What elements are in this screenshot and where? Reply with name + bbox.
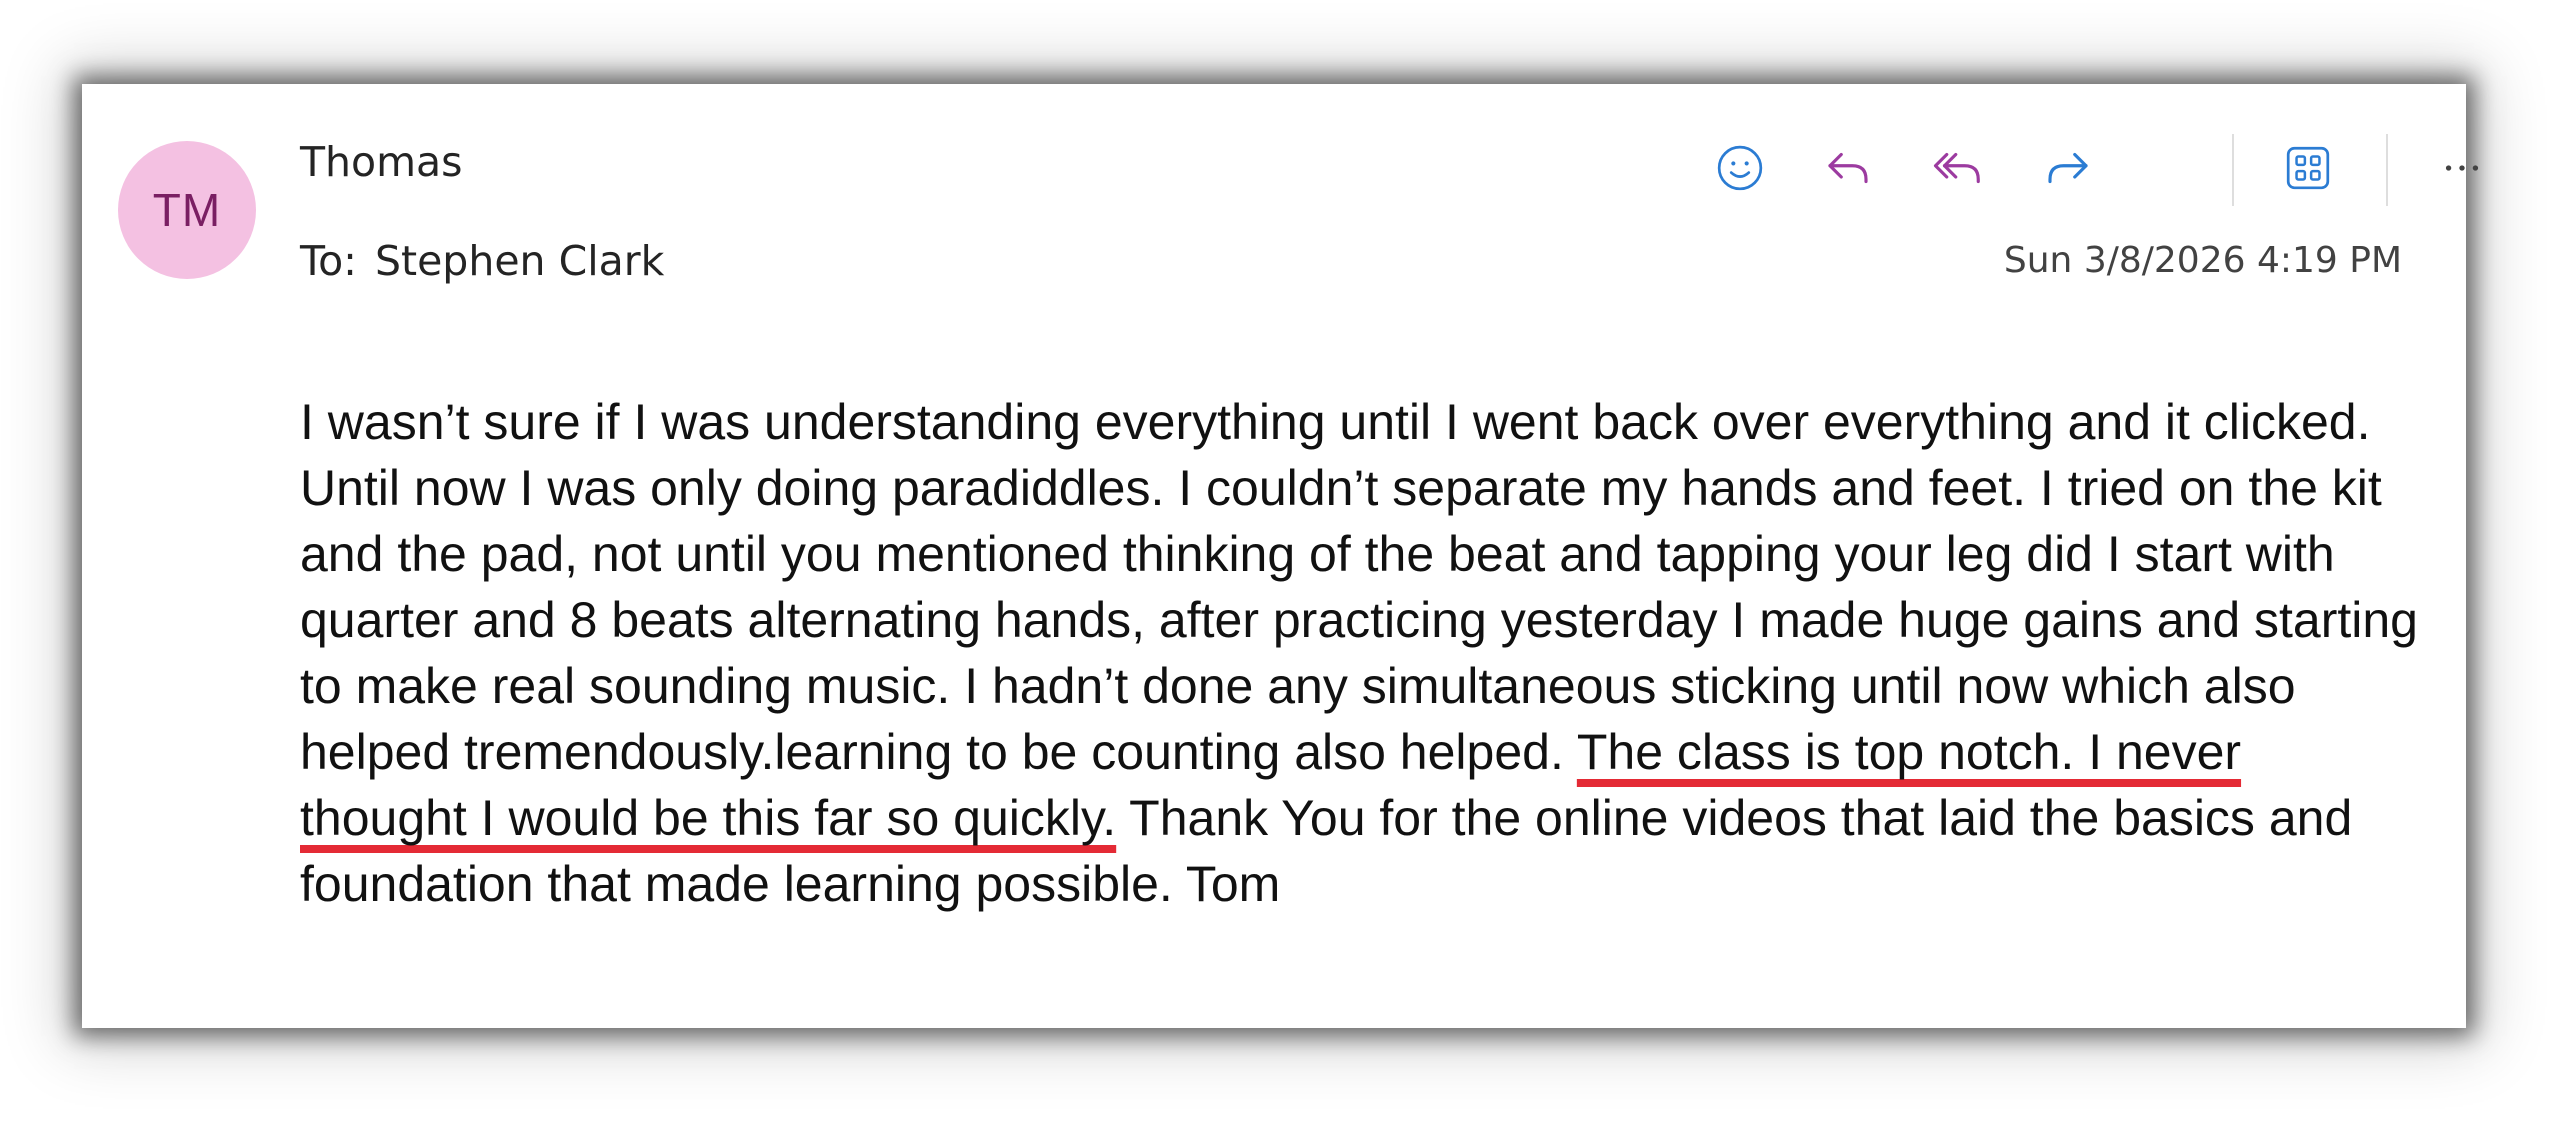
more-icon <box>2439 145 2485 196</box>
body-text-start: I wasn’t sure if I was understanding eve… <box>300 394 2418 780</box>
screenshot-canvas: TM Thomas To: Stephen Clark Sun 3/8/2026… <box>0 0 2560 1122</box>
forward-icon <box>2041 141 2095 200</box>
to-label: To: <box>300 237 357 285</box>
toolbar-divider <box>2386 134 2388 206</box>
reply-all-button[interactable] <box>1920 132 1996 208</box>
email-body: I wasn’t sure if I was understanding eve… <box>300 389 2420 917</box>
reply-all-icon <box>1931 141 1985 200</box>
reply-button[interactable] <box>1810 132 1886 208</box>
emoji-icon <box>1715 143 1765 198</box>
recipient-name[interactable]: Stephen Clark <box>375 237 664 285</box>
recipient-line: To: Stephen Clark <box>300 237 664 285</box>
more-options-button[interactable] <box>2424 132 2500 208</box>
message-toolbar <box>1702 132 2479 208</box>
forward-button[interactable] <box>2030 132 2106 208</box>
sent-timestamp: Sun 3/8/2026 4:19 PM <box>2003 240 2402 281</box>
avatar-initials: TM <box>152 184 222 236</box>
apps-icon <box>2283 143 2333 198</box>
emoji-button[interactable] <box>1702 132 1778 208</box>
email-message-card: TM Thomas To: Stephen Clark Sun 3/8/2026… <box>82 84 2479 1028</box>
sender-name[interactable]: Thomas <box>300 138 463 186</box>
apps-button[interactable] <box>2270 132 2346 208</box>
reply-icon <box>1821 141 1875 200</box>
avatar[interactable]: TM <box>118 141 256 279</box>
toolbar-divider <box>2232 134 2234 206</box>
